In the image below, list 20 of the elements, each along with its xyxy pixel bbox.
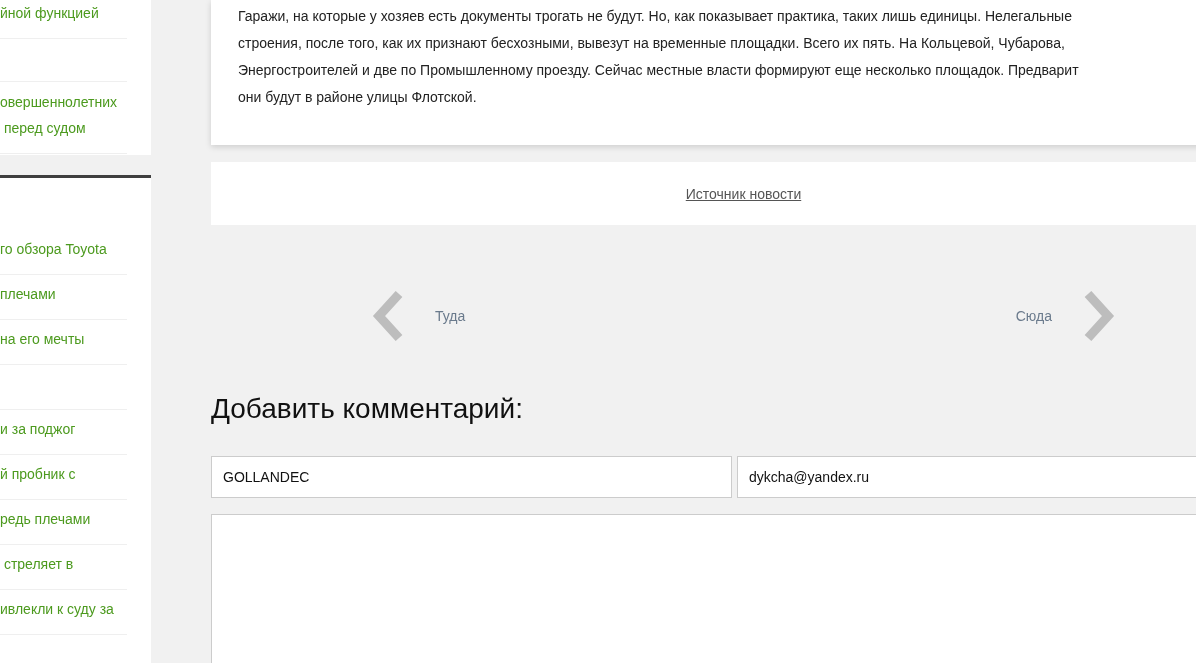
sidebar-link[interactable]: й пробник с xyxy=(0,461,127,487)
sidebar-link[interactable]: го обзора Toyota xyxy=(0,236,127,262)
name-field[interactable]: GOLLANDEC xyxy=(211,456,732,498)
email-field[interactable]: dykcha@yandex.ru xyxy=(737,456,1196,498)
sidebar-link[interactable]: и за поджог xyxy=(0,416,127,442)
sidebar-link[interactable]: йной функцией xyxy=(0,0,127,26)
source-link[interactable]: Источник новости xyxy=(685,185,802,202)
prev-link[interactable]: Туда xyxy=(435,308,466,324)
article-text: Гаражи, на которые у хозяев есть документы трогать не будут. Но, как показывает практика, таких лишь единицы. Нелегальные xyxy=(238,7,1073,26)
sidebar-link[interactable]: овершеннолетних перед судом xyxy=(0,89,127,141)
article-text: Энергостроителей и две по Промышленному проезду. Сейчас местные власти формируют еще несколько площадок. Предварит xyxy=(238,61,1080,80)
next-link[interactable]: Сюда xyxy=(1015,308,1052,324)
sidebar-link[interactable]: редь плечами xyxy=(0,506,127,532)
article-text: строения, после того, как их признают бесхозными, вывезут на временные площадки. Всего их пять. На Кольцевой, Чубарова, xyxy=(238,34,1066,53)
article-text: они будут в районе улицы Флотской. xyxy=(238,88,478,107)
comment-heading: Добавить комментарий: xyxy=(211,393,524,426)
sidebar-link[interactable]: на его мечты xyxy=(0,326,127,352)
sidebar-link[interactable]: ивлекли к суду за xyxy=(0,596,127,622)
sidebar-link[interactable]: стреляет в xyxy=(0,551,127,577)
sidebar-link[interactable]: плечами xyxy=(0,281,127,307)
